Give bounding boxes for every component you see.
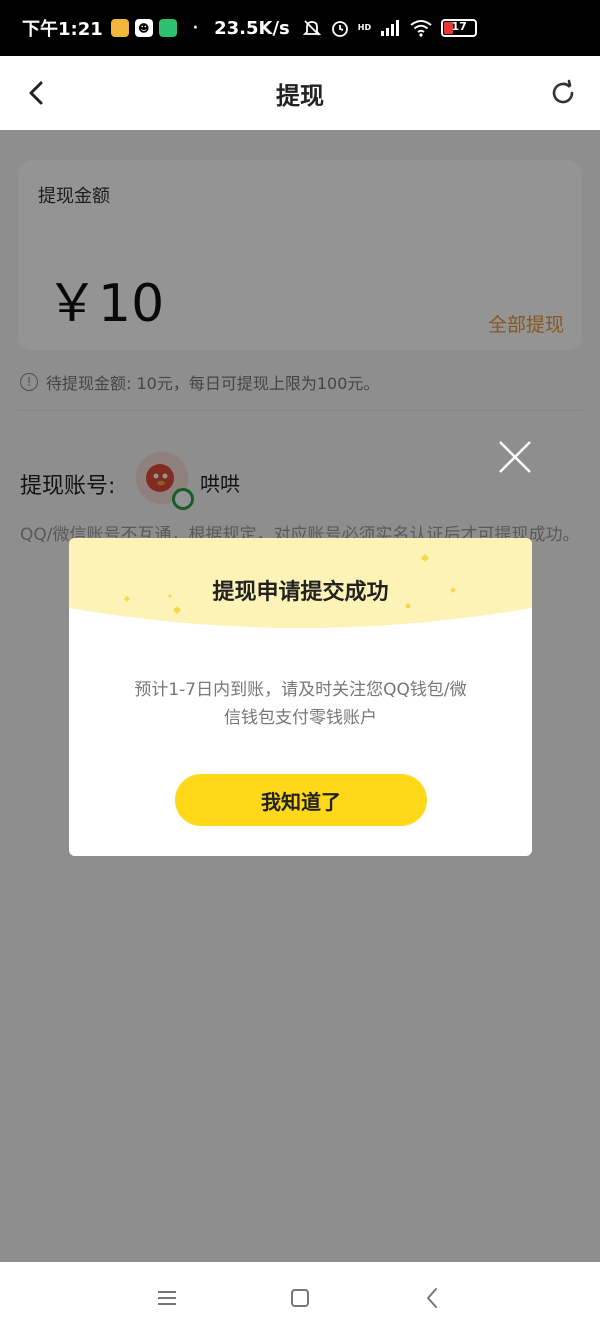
success-dialog: 提现申请提交成功 预计1-7日内到账，请及时关注您QQ钱包/微信钱包支付零钱账户…	[69, 538, 532, 856]
menu-icon[interactable]	[152, 1283, 182, 1313]
alarm-icon	[331, 21, 348, 37]
back-button[interactable]	[22, 78, 52, 108]
close-dialog-button[interactable]	[496, 438, 534, 476]
signal-icon	[381, 20, 400, 36]
system-nav-bar	[0, 1262, 600, 1333]
avatar-app-icon: ☻	[134, 19, 153, 37]
dialog-message: 预计1-7日内到账，请及时关注您QQ钱包/微信钱包支付零钱账户	[134, 680, 467, 728]
nav-bar: 提现	[0, 56, 600, 130]
wifi-icon	[410, 20, 432, 37]
page-title: 提现	[276, 81, 324, 110]
back-nav-icon[interactable]	[418, 1283, 448, 1313]
network-speed: 23.5K/s	[214, 17, 290, 39]
confirm-button[interactable]: 我知道了	[175, 774, 427, 826]
shield-app-icon	[158, 19, 177, 37]
network-type: HD	[357, 23, 372, 32]
status-time: 下午1:21	[22, 19, 103, 40]
app-notification-icon	[110, 19, 129, 37]
mute-icon	[302, 20, 321, 36]
status-bar: 下午1:21 ☻ · 23.5K/s HD 17	[0, 0, 600, 56]
status-dot: ·	[192, 20, 199, 36]
refresh-button[interactable]	[548, 78, 578, 108]
home-icon[interactable]	[285, 1283, 315, 1313]
battery-icon: 17	[441, 19, 478, 37]
dialog-title: 提现申请提交成功	[212, 580, 389, 605]
